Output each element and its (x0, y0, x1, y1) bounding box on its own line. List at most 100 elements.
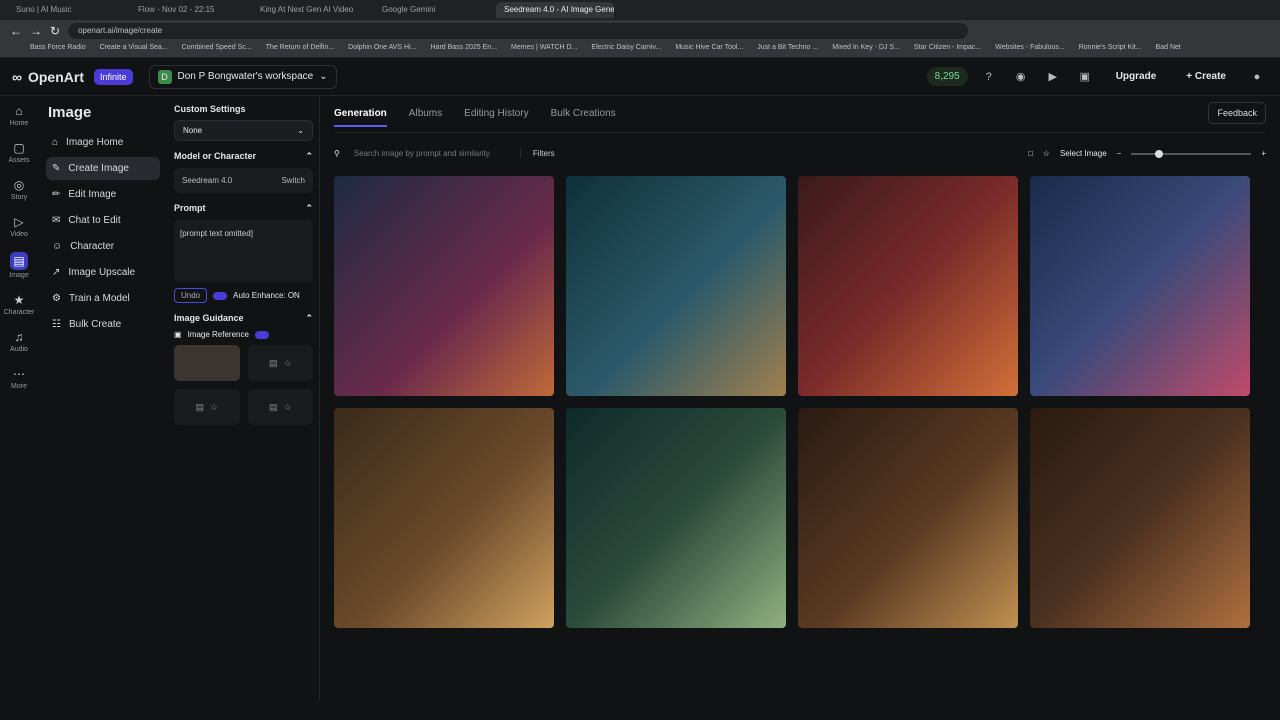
workspace-avatar: D (157, 69, 172, 84)
square-icon[interactable]: □ (1028, 149, 1033, 158)
nav-image-upscale[interactable]: ↗ Image Upscale (46, 261, 160, 284)
gallery-area: Generation Albums Editing History Bulk C… (320, 96, 1280, 700)
rail-assets[interactable]: ▢ Assets (8, 141, 29, 164)
auto-enhance-toggle[interactable] (213, 291, 228, 300)
filters-button[interactable]: Filters (519, 149, 555, 158)
nav-edit-image[interactable]: ✏ Edit Image (46, 183, 160, 206)
browser-tab[interactable]: Suno | AI Music (8, 2, 126, 18)
generated-image[interactable] (798, 176, 1018, 396)
search-input[interactable]: Search image by prompt and similarity (350, 145, 510, 162)
zoom-knob[interactable] (1155, 149, 1164, 158)
pencil-icon: ✎ (52, 163, 61, 174)
generated-image[interactable] (798, 408, 1018, 628)
reference-slot[interactable]: ▤ ☆ (247, 345, 313, 381)
reference-slot[interactable]: ▤ ☆ (247, 389, 313, 425)
nav-chat-to-edit[interactable]: ✉ Chat to Edit (46, 209, 160, 232)
bookmark[interactable]: The Return of Delfin... (266, 44, 334, 55)
bookmark[interactable]: Just a Bit Techno ... (757, 44, 818, 55)
bookmark[interactable]: Ronnie's Script Kit... (1079, 44, 1142, 55)
workspace-switcher[interactable]: D Don P Bongwater's workspace ⌄ (148, 64, 337, 89)
tab-editing-history[interactable]: Editing History (464, 108, 528, 119)
rail-label: Video (10, 231, 28, 238)
select-image-button[interactable]: Select Image (1060, 149, 1107, 158)
gift-icon[interactable]: ▣ (1074, 66, 1096, 88)
reference-slot-filled[interactable] (174, 345, 240, 381)
nav-bulk-create[interactable]: ☷ Bulk Create (46, 313, 160, 336)
tab-generation[interactable]: Generation (334, 108, 387, 127)
nav-train-model[interactable]: ⚙ Train a Model (46, 287, 160, 310)
bookmark[interactable]: Bass Force Radio (30, 44, 86, 55)
workspace-name: Don P Bongwater's workspace (177, 71, 314, 82)
star-icon: ☆ (283, 357, 292, 368)
forward-icon[interactable]: → (30, 24, 42, 38)
generated-image[interactable] (1030, 408, 1250, 628)
bookmark[interactable]: Memes | WATCH D... (511, 44, 577, 55)
address-bar-row: ← → ↻ openart.ai/image/create (0, 20, 1280, 42)
nav-image-home[interactable]: ⌂ Image Home (46, 131, 160, 154)
switch-model-button[interactable]: Switch (281, 176, 305, 185)
bookmark[interactable]: Create a Visual Sea... (100, 44, 168, 55)
reload-icon[interactable]: ↻ (50, 24, 60, 38)
model-header[interactable]: Model or Character ⌃ (174, 151, 313, 162)
tab-albums[interactable]: Albums (409, 108, 442, 119)
prompt-header[interactable]: Prompt ⌃ (174, 203, 313, 214)
zoom-slider[interactable] (1131, 149, 1252, 158)
bookmark[interactable]: Dolphin One AVS Hi... (348, 44, 416, 55)
image-guidance-header[interactable]: Image Guidance ⌃ (174, 313, 313, 324)
feedback-button[interactable]: Feedback (1208, 102, 1266, 124)
generated-image[interactable] (334, 176, 554, 396)
browser-tab[interactable]: Google Gemini (374, 2, 492, 18)
browser-tab[interactable]: King At Next Gen AI Video (252, 2, 370, 18)
bookmark[interactable]: Combined Speed Sc... (182, 44, 252, 55)
brand-name: OpenArt (27, 68, 84, 85)
generated-image[interactable] (1030, 176, 1250, 396)
rail-more[interactable]: ⋯ More (11, 367, 27, 390)
reference-slot[interactable]: ▤ ☆ (174, 389, 240, 425)
chevron-up-icon: ⌃ (305, 151, 313, 161)
nav-character[interactable]: ☺ Character (46, 235, 160, 258)
bookmark[interactable]: Star Citizen - Impac... (914, 44, 981, 55)
url-field[interactable]: openart.ai/image/create (68, 23, 969, 39)
image-reference-toggle[interactable] (254, 330, 269, 339)
tab-bulk-creations[interactable]: Bulk Creations (551, 108, 616, 119)
generated-image[interactable] (566, 408, 786, 628)
rail-audio[interactable]: ♫ Audio (10, 330, 28, 353)
back-icon[interactable]: ← (10, 24, 22, 38)
prompt-input[interactable]: [prompt text omitted] (174, 220, 313, 282)
video-icon[interactable]: ▶ (1042, 66, 1064, 88)
custom-settings-header: Custom Settings (174, 104, 313, 114)
credits-balance[interactable]: 8,295 (926, 67, 968, 86)
model-card: Seedream 4.0 Switch (174, 168, 313, 193)
upgrade-button[interactable]: Upgrade (1106, 66, 1167, 87)
nav-create-image[interactable]: ✎ Create Image (46, 157, 160, 180)
browser-tab[interactable]: Flow - Nov 02 - 22:15 (130, 2, 248, 18)
generated-image[interactable] (334, 408, 554, 628)
star-icon[interactable]: ☆ (1043, 149, 1050, 158)
bookmark[interactable]: Electric Daisy Carniv... (591, 44, 661, 55)
undo-button[interactable]: Undo (174, 288, 208, 303)
rail-character[interactable]: ★ Character (4, 293, 35, 316)
create-button[interactable]: + Create (1176, 66, 1236, 87)
browser-tab-active[interactable]: Seedream 4.0 - AI Image Gene... (496, 2, 614, 18)
generated-image[interactable] (566, 176, 786, 396)
avatar[interactable]: ● (1246, 66, 1268, 88)
custom-settings-select[interactable]: None ⌄ (174, 120, 313, 141)
brand-logo[interactable]: ∞ OpenArt (12, 69, 84, 85)
select-value: None (183, 126, 203, 135)
bookmark[interactable]: Hard Bass 2025 En... (431, 44, 498, 55)
help-icon[interactable]: ? (978, 66, 1000, 88)
discord-icon[interactable]: ◉ (1010, 66, 1032, 88)
zoom-in-icon[interactable]: + (1261, 149, 1266, 158)
rail-story[interactable]: ◎ Story (11, 178, 27, 201)
rail-home[interactable]: ⌂ Home (10, 104, 29, 127)
bookmark[interactable]: Mixed In Key - DJ S... (832, 44, 900, 55)
rail-video[interactable]: ▷ Video (10, 215, 28, 238)
bookmark[interactable]: Websites - Fabulous... (995, 44, 1065, 55)
bookmark[interactable]: Bad Net (1156, 44, 1181, 55)
zoom-out-icon[interactable]: − (1117, 149, 1122, 158)
auto-enhance-label: Auto Enhance: ON (233, 291, 300, 300)
nav-label: Create Image (68, 163, 129, 174)
bookmarks-bar: Bass Force Radio Create a Visual Sea... … (0, 42, 1280, 58)
rail-image[interactable]: ▤ Image (9, 252, 29, 279)
bookmark[interactable]: Music Hive Car Tool... (675, 44, 743, 55)
